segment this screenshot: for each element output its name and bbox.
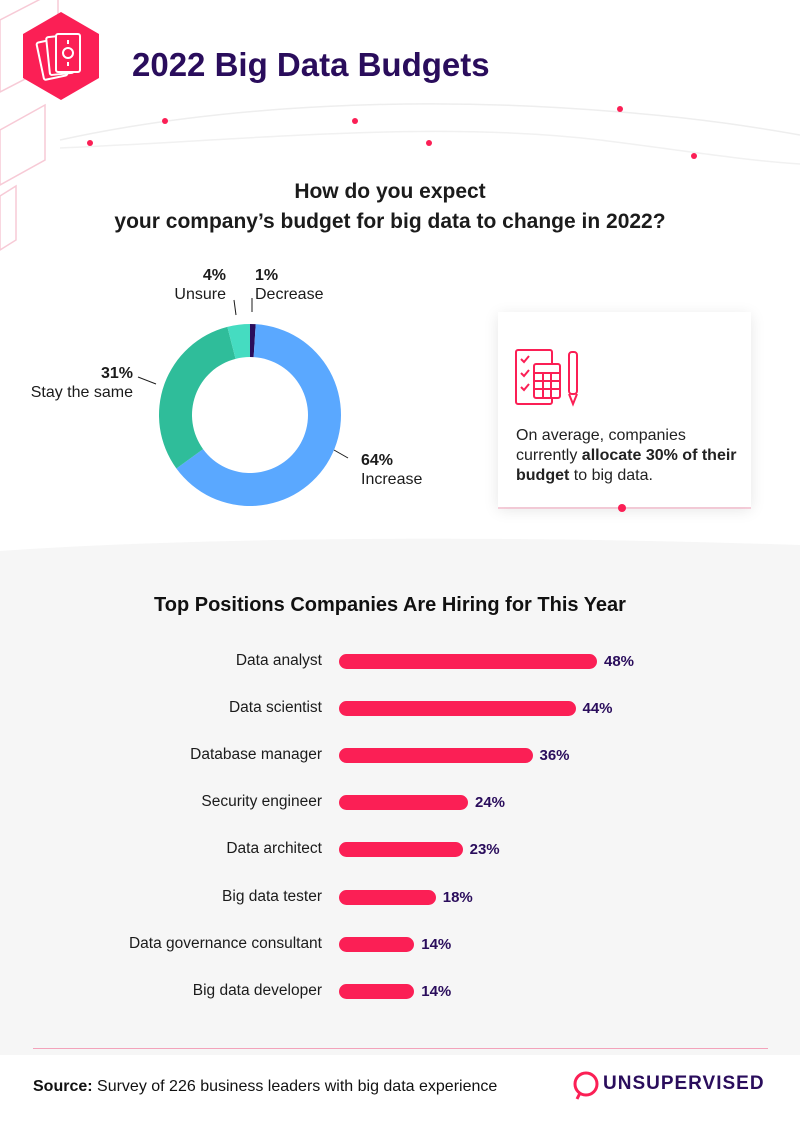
donut-label: Stay the same [30, 384, 133, 401]
bar-value-label: 24% [475, 794, 506, 812]
bar [339, 983, 415, 999]
infographic-page: 2022 Big Data Budgets How do you expect … [0, 0, 800, 1131]
bar-category-label: Security engineer [201, 793, 322, 811]
source-note: Source: Survey of 226 business leaders w… [33, 1078, 497, 1096]
donut-leader-line [333, 449, 349, 459]
donut-pct: 1% [255, 267, 279, 284]
donut-pct: 31% [100, 365, 133, 382]
bar-value-label: 44% [582, 700, 613, 718]
bar-value-label: 14% [421, 935, 452, 953]
donut-pct: 4% [202, 267, 226, 284]
brand-name: UNSUPERVISED [603, 1073, 765, 1094]
bar [339, 748, 533, 764]
bar [339, 795, 468, 811]
donut-label-increase: 64% Increase [361, 451, 422, 489]
donut-slice-stay-the-same [159, 326, 236, 469]
bar [339, 842, 463, 858]
hiring-title: Top Positions Companies Are Hiring for T… [154, 594, 626, 616]
bar-category-label: Database manager [190, 746, 322, 764]
donut-label-stay-same: 31% Stay the same [20, 364, 133, 402]
source-label: Source: [33, 1078, 93, 1095]
bar [339, 701, 576, 717]
bar [339, 654, 597, 669]
footer-divider [33, 1048, 768, 1049]
bar-category-label: Data scientist [228, 699, 322, 717]
source-text: Survey of 226 business leaders with big … [92, 1078, 498, 1095]
donut-label: Decrease [255, 286, 324, 303]
budget-allocation-text: On average, companies currently allocate… [516, 426, 741, 486]
bar [339, 936, 415, 952]
unsupervised-logo-icon [573, 1071, 599, 1100]
bar-value-label: 14% [421, 982, 452, 1000]
bar-value-label: 48% [604, 653, 635, 670]
donut-leader-line [233, 299, 237, 316]
bar-category-label: Big data tester [222, 887, 322, 905]
bar-category-label: Data analyst [235, 652, 322, 669]
donut-label: Unsure [174, 286, 226, 303]
bar-category-label: Data governance consultant [128, 934, 322, 952]
donut-label-unsure: 4% Unsure [150, 266, 226, 304]
bar-category-label: Big data developer [192, 981, 322, 999]
bar-value-label: 23% [469, 841, 500, 859]
bar-value-label: 18% [442, 888, 473, 906]
bar-category-label: Data architect [226, 840, 322, 858]
donut-pct: 64% [361, 452, 394, 469]
donut-label-decrease: 1% Decrease [255, 266, 323, 304]
budget-allocation-card: On average, companies currently allocate… [498, 312, 751, 507]
donut-label: Increase [361, 471, 423, 488]
checklist-calculator-pencil-icon [515, 349, 578, 407]
bar [339, 889, 436, 905]
donut-leader-line [137, 376, 157, 385]
bar-value-label: 36% [539, 747, 570, 765]
card-text-post: to big data. [569, 467, 653, 484]
